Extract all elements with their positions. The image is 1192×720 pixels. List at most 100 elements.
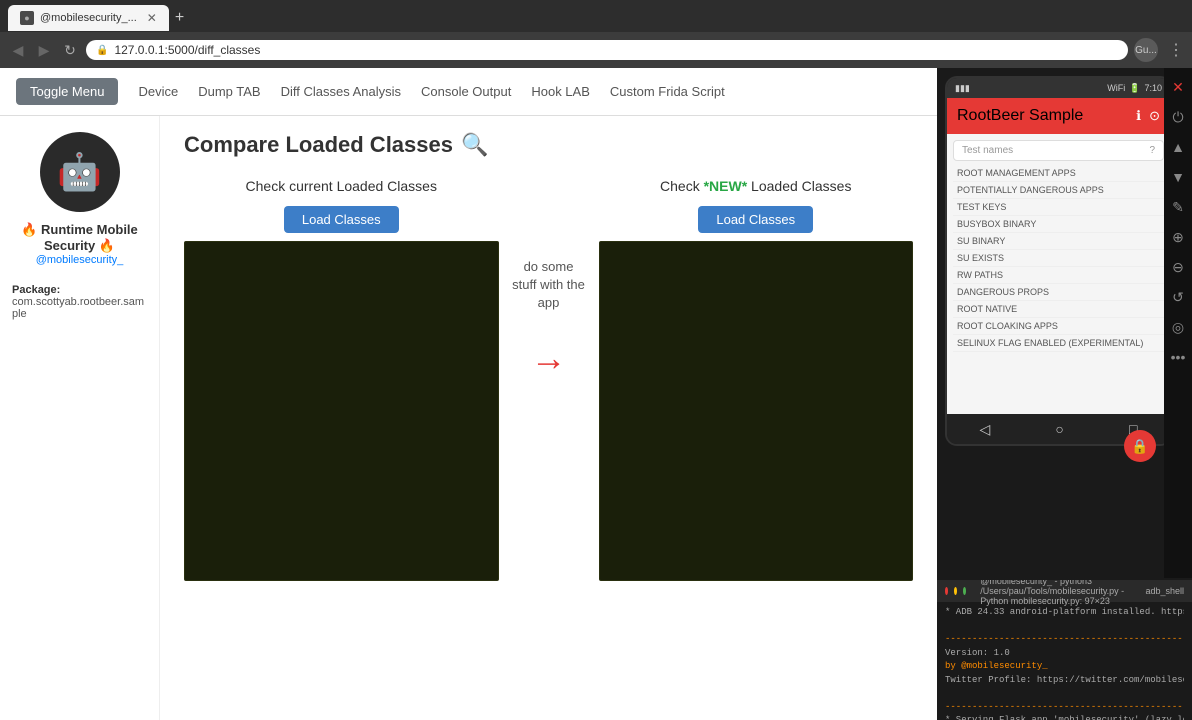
- active-tab[interactable]: ● @mobilesecurity_... ✕: [8, 5, 169, 31]
- home-nav-icon[interactable]: ○: [1055, 421, 1063, 437]
- more-icon[interactable]: •••: [1167, 346, 1189, 368]
- terminal-header: @mobilesecurity_ - python3 /Users/pau/To…: [937, 580, 1192, 602]
- terminal-tab2[interactable]: adb_shell: [1145, 586, 1184, 596]
- compare-layout: Check current Loaded Classes Load Classe…: [184, 178, 913, 581]
- terminal-tab1[interactable]: @mobilesecurity_ - python3 /Users/pau/To…: [980, 580, 1131, 606]
- package-label: Package:: [12, 284, 147, 296]
- middle-label-1: do some: [512, 258, 585, 276]
- toggle-menu-button[interactable]: Toggle Menu: [16, 78, 118, 105]
- phone-app-icons: ℹ ⊙: [1136, 108, 1160, 124]
- browser-chrome: ● @mobilesecurity_... ✕ + ◀ ▶ ↻ 🔒 127.0.…: [0, 0, 1192, 68]
- terminal-line: [945, 620, 1184, 634]
- phone-device: ▮▮▮ WiFi 🔋 7:10 RootBeer Sample ℹ: [945, 76, 1172, 446]
- phone-test-item[interactable]: SU EXISTS: [953, 250, 1164, 267]
- top-nav: Toggle Menu Device Dump TAB Diff Classes…: [0, 68, 937, 116]
- browser-toolbar: ◀ ▶ ↻ 🔒 127.0.0.1:5000/diff_classes Gu..…: [0, 32, 1192, 68]
- page-title-text: Compare Loaded Classes: [184, 132, 453, 158]
- nav-diff-classes[interactable]: Diff Classes Analysis: [281, 84, 401, 99]
- search-placeholder: Test names: [962, 145, 1013, 156]
- forward-btn[interactable]: ▶: [34, 42, 54, 59]
- col2-title-before: Check: [660, 178, 704, 194]
- col2-title-highlight: *NEW*: [704, 178, 748, 194]
- load-classes-btn-2[interactable]: Load Classes: [698, 206, 813, 233]
- terminal-line: [945, 687, 1184, 701]
- phone-test-item[interactable]: SELINUX FLAG ENABLED (EXPERIMENTAL): [953, 335, 1164, 352]
- col1-title: Check current Loaded Classes: [246, 178, 437, 194]
- volume-down-icon[interactable]: ▼: [1167, 166, 1189, 188]
- zoom-out-icon[interactable]: ⊖: [1167, 256, 1189, 278]
- status-time: 7:10: [1144, 83, 1162, 93]
- browser-menu-btn[interactable]: ⋮: [1168, 40, 1184, 60]
- phone-github-icon[interactable]: ⊙: [1149, 108, 1160, 124]
- terminal-line: ----------------------------------------…: [945, 701, 1184, 715]
- phone-content: Test names ? ROOT MANAGEMENT APPSPOTENTI…: [947, 134, 1170, 414]
- back-btn[interactable]: ◀: [8, 42, 28, 59]
- middle-label-2: stuff with the: [512, 276, 585, 294]
- user-avatar[interactable]: Gu...: [1134, 38, 1158, 62]
- phone-test-list: ROOT MANAGEMENT APPSPOTENTIALLY DANGEROU…: [953, 165, 1164, 352]
- phone-app-title: RootBeer Sample: [957, 107, 1083, 125]
- phone-test-item[interactable]: SU BINARY: [953, 233, 1164, 250]
- terminal-line: ----------------------------------------…: [945, 633, 1184, 647]
- terminal-line: by @mobilesecurity_: [945, 660, 1184, 674]
- phone-search-bar[interactable]: Test names ?: [953, 140, 1164, 161]
- terminal-max-dot: [963, 587, 966, 595]
- android-logo-icon: 🤖: [57, 151, 102, 193]
- close-phone-btn[interactable]: ✕: [1167, 76, 1189, 98]
- battery-icon: 🔋: [1129, 83, 1140, 94]
- phone-test-item[interactable]: DANGEROUS PROPS: [953, 284, 1164, 301]
- power-icon[interactable]: ⏻: [1167, 106, 1189, 128]
- reload-btn[interactable]: ↻: [60, 42, 80, 59]
- phone-status-right: WiFi 🔋 7:10: [1107, 83, 1162, 94]
- col2-title: Check *NEW* Loaded Classes: [660, 178, 851, 194]
- rotate-icon[interactable]: ↺: [1167, 286, 1189, 308]
- phone-info-icon[interactable]: ℹ: [1136, 108, 1141, 124]
- phone-test-item[interactable]: TEST KEYS: [953, 199, 1164, 216]
- address-bar[interactable]: 🔒 127.0.0.1:5000/diff_classes: [86, 40, 1128, 60]
- sidebar-package: Package: com.scottyab.rootbeer.sample: [12, 284, 147, 320]
- zoom-in-icon[interactable]: ⊕: [1167, 226, 1189, 248]
- page-title: Compare Loaded Classes 🔍: [184, 132, 913, 158]
- phone-status-bar: ▮▮▮ WiFi 🔋 7:10: [947, 78, 1170, 98]
- lock-fab-icon: 🔒: [1131, 438, 1148, 447]
- page-content: Compare Loaded Classes 🔍 Check current L…: [160, 116, 937, 720]
- pencil-icon[interactable]: ✎: [1167, 196, 1189, 218]
- phone-wrapper: ▮▮▮ WiFi 🔋 7:10 RootBeer Sample ℹ: [937, 68, 1192, 580]
- terminal-line: * Serving Flask app 'mobilesecurity' (la…: [945, 714, 1184, 720]
- col2-title-after: Loaded Classes: [747, 178, 851, 194]
- snapshot-icon[interactable]: ◎: [1167, 316, 1189, 338]
- phone-status-left: ▮▮▮: [955, 83, 970, 94]
- package-value: com.scottyab.rootbeer.sample: [12, 296, 147, 320]
- phone-test-item[interactable]: ROOT NATIVE: [953, 301, 1164, 318]
- phone-test-item[interactable]: RW PATHS: [953, 267, 1164, 284]
- phone-test-item[interactable]: ROOT CLOAKING APPS: [953, 318, 1164, 335]
- middle-label: do some stuff with the app: [512, 258, 585, 313]
- terminal-line: Version: 1.0: [945, 647, 1184, 661]
- back-nav-icon[interactable]: ◁: [980, 421, 991, 438]
- terminal-line: Twitter Profile: https://twitter.com/mob…: [945, 674, 1184, 688]
- brand-name: 🔥 Runtime Mobile Security 🔥: [12, 222, 147, 254]
- web-panel: Toggle Menu Device Dump TAB Diff Classes…: [0, 68, 937, 720]
- nav-console-output[interactable]: Console Output: [421, 84, 511, 99]
- volume-up-icon[interactable]: ▲: [1167, 136, 1189, 158]
- terminal-section: @mobilesecurity_ - python3 /Users/pau/To…: [937, 580, 1192, 720]
- nav-custom-frida-script[interactable]: Custom Frida Script: [610, 84, 725, 99]
- nav-device[interactable]: Device: [138, 84, 178, 99]
- sidebar: 🤖 🔥 Runtime Mobile Security 🔥 @mobilesec…: [0, 116, 160, 720]
- phone-test-item[interactable]: BUSYBOX BINARY: [953, 216, 1164, 233]
- nav-dump-tab[interactable]: Dump TAB: [198, 84, 260, 99]
- main-area: Toggle Menu Device Dump TAB Diff Classes…: [0, 68, 1192, 720]
- phone-search-icon: ?: [1149, 145, 1155, 156]
- phone-app-bar: RootBeer Sample ℹ ⊙: [947, 98, 1170, 134]
- lock-icon: 🔒: [96, 45, 108, 56]
- new-tab-btn[interactable]: +: [175, 9, 184, 27]
- avatar: 🤖: [40, 132, 120, 212]
- user-label: Gu...: [1135, 45, 1157, 56]
- brand-handle[interactable]: @mobilesecurity_: [12, 254, 147, 266]
- terminal-content: * ADB 24.33 android-platform installed. …: [937, 602, 1192, 720]
- nav-hook-lab[interactable]: Hook LAB: [531, 84, 590, 99]
- load-classes-btn-1[interactable]: Load Classes: [284, 206, 399, 233]
- tab-close-btn[interactable]: ✕: [147, 11, 157, 25]
- phone-test-item[interactable]: POTENTIALLY DANGEROUS APPS: [953, 182, 1164, 199]
- phone-test-item[interactable]: ROOT MANAGEMENT APPS: [953, 165, 1164, 182]
